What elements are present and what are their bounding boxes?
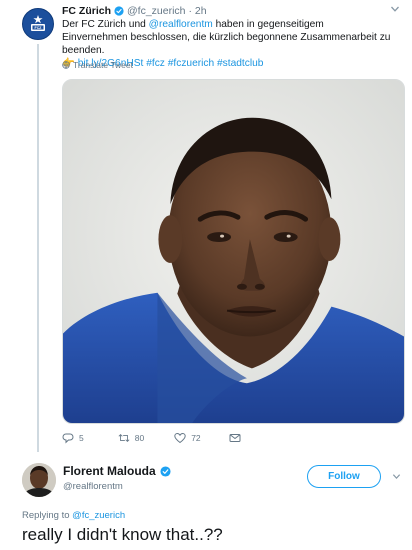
translate-tweet[interactable]: Translate Tweet xyxy=(62,60,133,70)
retweet-icon xyxy=(118,433,130,443)
tweet-text-part: Der FC Zürich und xyxy=(62,19,149,30)
replying-to: Replying to @fc_zuerich xyxy=(22,510,125,521)
globe-icon xyxy=(62,61,70,69)
author-handle[interactable]: @fc_zuerich xyxy=(127,5,186,17)
direct-message-button[interactable] xyxy=(229,432,241,444)
translate-label: Translate Tweet xyxy=(73,60,134,70)
reply-author-handle[interactable]: @realflorentm xyxy=(63,481,123,492)
avatar-photo xyxy=(22,463,56,497)
original-tweet: FCZ FC Zürich @fc_zuerich · 2h Der FC Zü… xyxy=(0,0,412,452)
replying-prefix: Replying to xyxy=(22,510,73,521)
reply-author: Florent Malouda xyxy=(63,464,171,478)
svg-text:FCZ: FCZ xyxy=(35,26,43,30)
like-count: 72 xyxy=(191,433,201,443)
reply-icon xyxy=(62,433,74,444)
separator: · xyxy=(188,5,192,17)
reply-count: 5 xyxy=(79,433,84,443)
verified-badge-icon xyxy=(114,6,124,16)
message-icon xyxy=(229,434,241,442)
hashtags[interactable]: #fcz #fczuerich #stadtclub xyxy=(146,58,263,69)
tweet-header: FC Zürich @fc_zuerich · 2h xyxy=(62,5,207,17)
reply-button[interactable]: 5 xyxy=(62,432,84,444)
thread-line xyxy=(37,44,39,452)
reply-author-name[interactable]: Florent Malouda xyxy=(63,464,156,478)
reply-text: really I didn't know that..?? xyxy=(22,525,223,544)
tweet-actions: 5 80 72 xyxy=(62,432,241,444)
reply-tweet: Florent Malouda @realflorentm Follow Rep… xyxy=(0,452,412,550)
portrait-image xyxy=(63,80,404,423)
tweet-photo[interactable] xyxy=(62,79,405,424)
fcz-crest-icon: FCZ xyxy=(27,13,49,35)
retweet-button[interactable]: 80 xyxy=(118,432,144,444)
tweet-time[interactable]: 2h xyxy=(195,5,207,17)
retweet-count: 80 xyxy=(134,433,145,443)
follow-button[interactable]: Follow xyxy=(307,465,381,488)
replying-to-handle[interactable]: @fc_zuerich xyxy=(72,510,125,521)
author-name[interactable]: FC Zürich xyxy=(62,5,111,17)
chevron-down-icon[interactable] xyxy=(390,4,400,14)
florent-malouda-avatar[interactable] xyxy=(22,463,56,497)
chevron-down-icon[interactable] xyxy=(392,472,401,481)
mention-link[interactable]: @realflorentm xyxy=(149,19,213,30)
verified-badge-icon xyxy=(160,465,171,477)
like-button[interactable]: 72 xyxy=(174,432,201,444)
fc-zurich-avatar[interactable]: FCZ xyxy=(22,8,54,40)
heart-icon xyxy=(174,432,186,444)
